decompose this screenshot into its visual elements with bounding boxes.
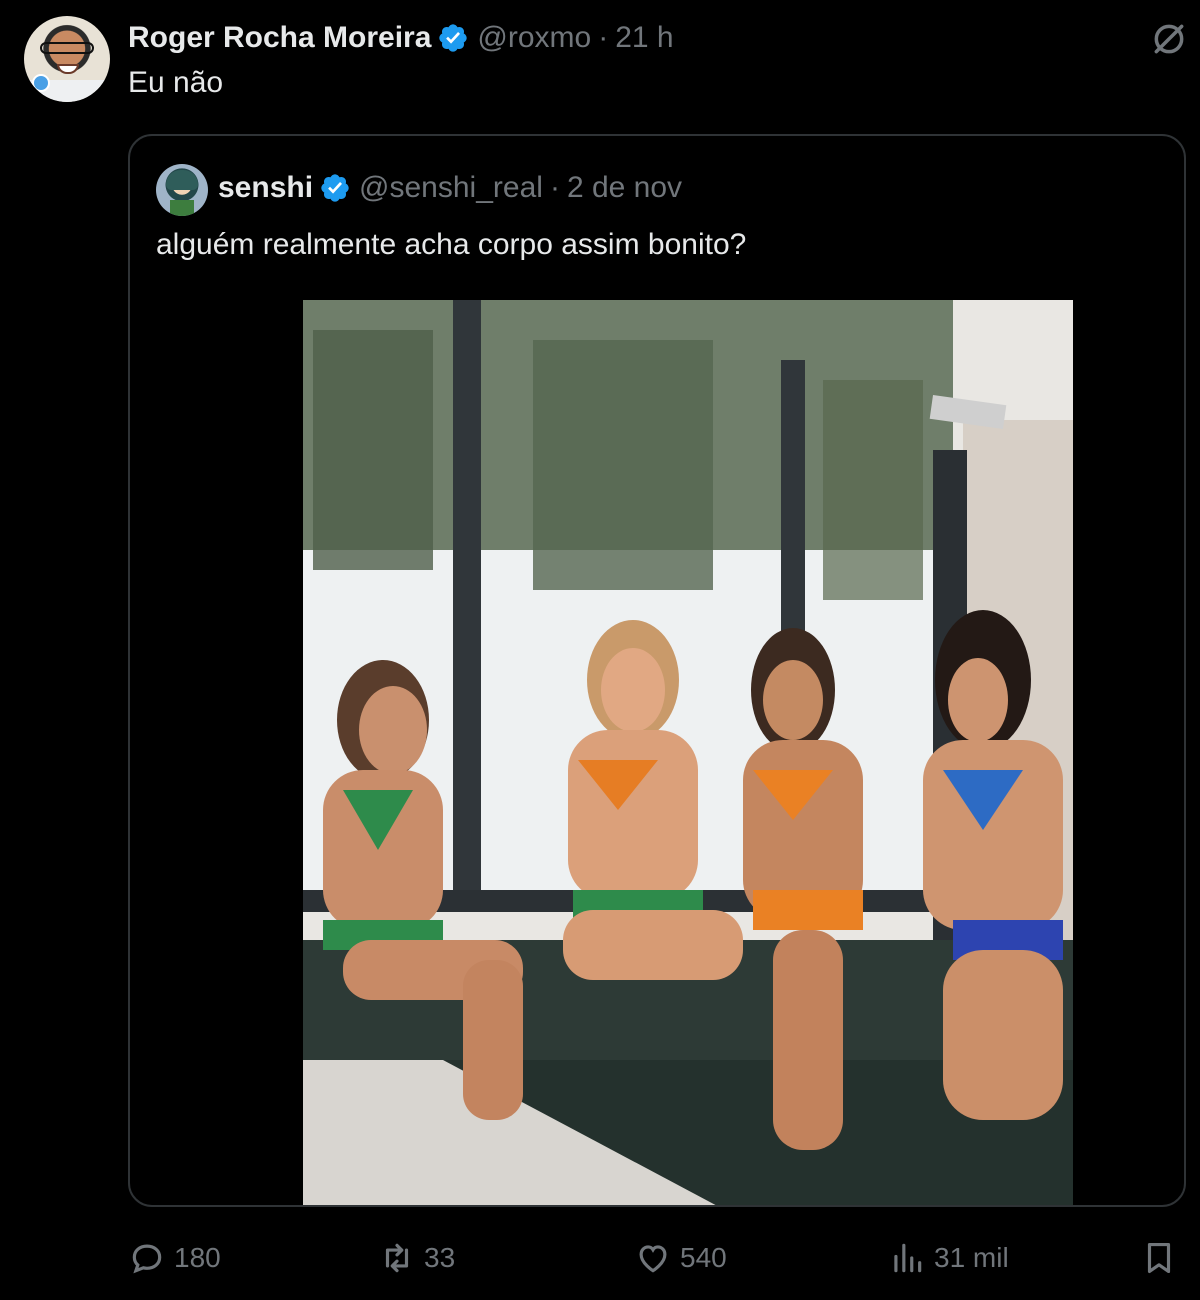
bookmark-button[interactable]	[1140, 1234, 1186, 1282]
quote-date[interactable]: 2 de nov	[567, 171, 682, 205]
quoted-tweet[interactable]: senshi @senshi_real · 2 de nov alguém re…	[128, 134, 1186, 1207]
reply-icon	[132, 1244, 162, 1274]
repost-icon	[385, 1243, 409, 1273]
reply-button[interactable]: 180	[128, 1234, 221, 1282]
like-count: 540	[680, 1242, 727, 1273]
reply-count: 180	[174, 1242, 221, 1273]
tweet-time[interactable]: 21 h	[615, 21, 673, 55]
action-bar: 180 33 540 31 mil	[0, 1234, 1200, 1282]
like-button[interactable]: 540	[634, 1234, 727, 1282]
author-avatar[interactable]	[24, 16, 110, 102]
views-button[interactable]: 31 mil	[888, 1234, 1009, 1282]
avatar-glasses	[40, 42, 94, 54]
repost-count: 33	[424, 1242, 456, 1273]
author-name[interactable]: Roger Rocha Moreira	[128, 21, 431, 55]
quote-text: alguém realmente acha corpo assim bonito…	[156, 228, 747, 261]
avatar-smile	[57, 64, 79, 74]
verified-badge-icon[interactable]	[319, 172, 351, 204]
separator: ·	[549, 171, 560, 204]
tweet-text: Eu não	[128, 66, 224, 99]
avatar-body	[170, 200, 194, 216]
author-handle[interactable]: @roxmo	[477, 21, 591, 55]
views-icon	[894, 1243, 922, 1273]
repost-button[interactable]: 33	[378, 1234, 455, 1282]
avatar-hair	[166, 170, 198, 190]
tweet-header: Roger Rocha Moreira @roxmo · 21 h	[128, 18, 674, 58]
photo-illustration	[303, 300, 1073, 1205]
avatar-badge	[32, 74, 50, 92]
separator: ·	[598, 21, 609, 54]
view-count: 31 mil	[934, 1242, 1009, 1273]
bookmark-icon	[1147, 1242, 1171, 1274]
quote-author-name[interactable]: senshi	[218, 171, 313, 205]
quote-photo[interactable]	[303, 300, 1073, 1205]
verified-badge-icon[interactable]	[437, 22, 469, 54]
quote-author-handle[interactable]: @senshi_real	[359, 171, 543, 205]
grok-icon[interactable]	[1150, 20, 1188, 58]
quote-author-avatar[interactable]	[156, 164, 208, 216]
heart-icon	[639, 1245, 667, 1273]
quote-header: senshi @senshi_real · 2 de nov	[218, 166, 682, 210]
